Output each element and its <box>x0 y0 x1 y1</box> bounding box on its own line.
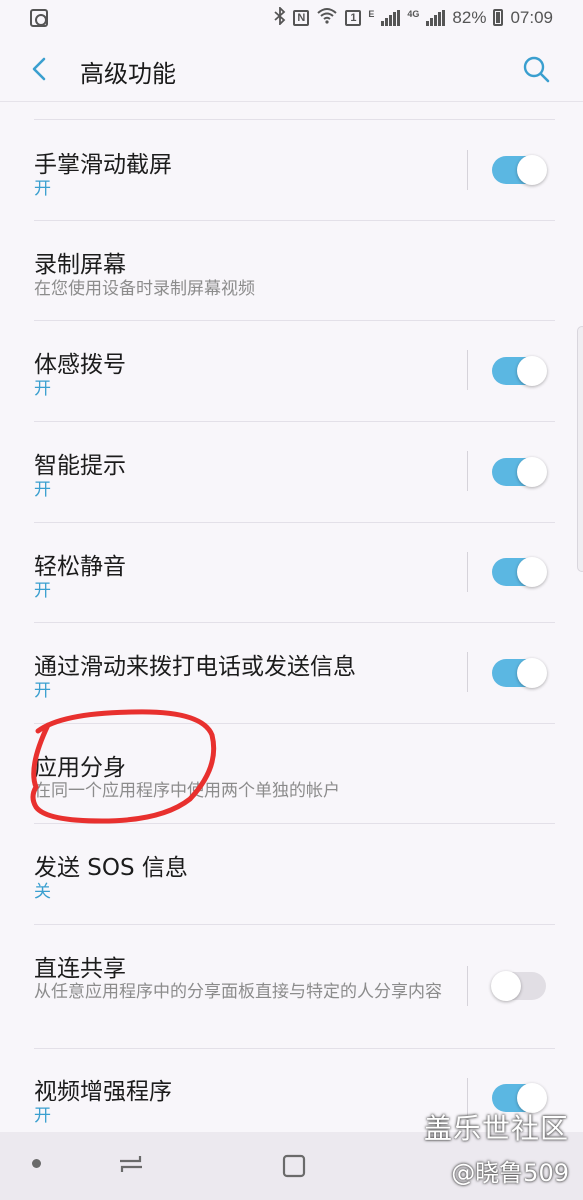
recents-button[interactable] <box>112 1152 150 1176</box>
battery-icon <box>493 9 504 26</box>
toggle-knob <box>517 457 547 487</box>
setting-title: 视频增强程序 <box>34 1079 172 1105</box>
status-right: N 1 E 4G 82% 07:09 <box>274 5 553 29</box>
setting-description: 从任意应用程序中的分享面板直接与特定的人分享内容 <box>34 982 442 1002</box>
signal-icon-2 <box>426 9 446 26</box>
setting-row-smart-alert[interactable]: 智能提示 开 <box>0 421 583 523</box>
setting-row-palm-swipe[interactable]: 手掌滑动截屏 开 <box>0 120 583 221</box>
setting-status: 开 <box>34 379 51 399</box>
back-arrow-icon <box>32 57 46 81</box>
setting-status: 开 <box>34 681 51 701</box>
setting-title: 手掌滑动截屏 <box>34 152 172 178</box>
setting-status: 关 <box>34 882 51 902</box>
clock: 07:09 <box>510 7 553 27</box>
setting-title: 通过滑动来拨打电话或发送信息 <box>34 654 356 680</box>
toggle-switch[interactable] <box>491 971 546 1001</box>
app-icon <box>30 9 48 27</box>
toggle-switch[interactable] <box>492 356 547 386</box>
battery-percent: 82% <box>452 7 487 27</box>
wifi-icon <box>316 6 338 29</box>
toggle-knob <box>491 971 521 1001</box>
setting-row-swipe-to-call[interactable]: 通过滑动来拨打电话或发送信息 开 <box>0 622 583 724</box>
setting-description: 在您使用设备时录制屏幕视频 <box>34 279 255 299</box>
back-button[interactable] <box>24 52 58 86</box>
app-bar: 高级功能 <box>0 36 583 102</box>
setting-row-smart-dial[interactable]: 体感拨号 开 <box>0 320 583 422</box>
divider <box>467 150 468 190</box>
setting-row-direct-share[interactable]: 直连共享 从任意应用程序中的分享面板直接与特定的人分享内容 <box>0 924 583 1049</box>
toggle-switch[interactable] <box>492 457 547 487</box>
signal-icon <box>381 9 401 26</box>
setting-row-screen-record[interactable]: 录制屏幕 在您使用设备时录制屏幕视频 <box>0 220 583 321</box>
toggle-knob <box>517 1083 547 1113</box>
divider <box>467 1078 468 1118</box>
setting-status: 开 <box>34 581 51 601</box>
status-left <box>30 9 48 27</box>
setting-row-video-enhancer[interactable]: 视频增强程序 开 <box>0 1048 583 1132</box>
toggle-knob <box>517 658 547 688</box>
setting-row-dual-messenger[interactable]: 应用分身 在同一个应用程序中使用两个单独的帐户 <box>0 723 583 824</box>
search-button[interactable] <box>519 52 553 86</box>
signal-type-label: E <box>368 8 375 19</box>
page-title: 高级功能 <box>80 60 176 88</box>
setting-title: 体感拨号 <box>34 352 126 378</box>
setting-description: 在同一个应用程序中使用两个单独的帐户 <box>34 781 340 801</box>
toggle-knob <box>517 155 547 185</box>
toggle-knob <box>517 356 547 386</box>
nfc-icon: N <box>293 9 310 26</box>
search-icon <box>523 56 550 83</box>
setting-status: 开 <box>34 1106 51 1126</box>
recent-dot-icon[interactable] <box>32 1159 41 1168</box>
recents-icon <box>120 1156 142 1172</box>
sim-icon: 1 <box>345 9 362 26</box>
setting-title: 轻松静音 <box>34 554 126 580</box>
network-type: 4G <box>407 8 420 19</box>
setting-title: 发送 SOS 信息 <box>34 855 188 881</box>
bluetooth-icon <box>274 5 286 29</box>
status-bar: N 1 E 4G 82% 07:09 <box>0 0 583 36</box>
toggle-switch[interactable] <box>492 1083 547 1113</box>
setting-title: 应用分身 <box>34 755 126 781</box>
home-button[interactable] <box>282 1154 306 1178</box>
divider <box>467 350 468 390</box>
setting-status: 开 <box>34 179 51 199</box>
toggle-switch[interactable] <box>492 557 547 587</box>
toggle-knob <box>517 557 547 587</box>
divider <box>467 966 468 1006</box>
setting-row-easy-mute[interactable]: 轻松静音 开 <box>0 522 583 623</box>
toggle-switch[interactable] <box>492 155 547 185</box>
setting-status: 开 <box>34 480 51 500</box>
setting-title: 智能提示 <box>34 453 126 479</box>
toggle-switch[interactable] <box>492 658 547 688</box>
divider <box>467 652 468 692</box>
navigation-bar <box>0 1132 583 1200</box>
setting-title: 直连共享 <box>34 956 126 982</box>
home-icon <box>282 1154 306 1178</box>
setting-row-sos[interactable]: 发送 SOS 信息 关 <box>0 823 583 925</box>
scroll-handle[interactable] <box>577 326 583 572</box>
divider <box>467 552 468 592</box>
divider <box>467 451 468 491</box>
setting-title: 录制屏幕 <box>34 252 126 278</box>
